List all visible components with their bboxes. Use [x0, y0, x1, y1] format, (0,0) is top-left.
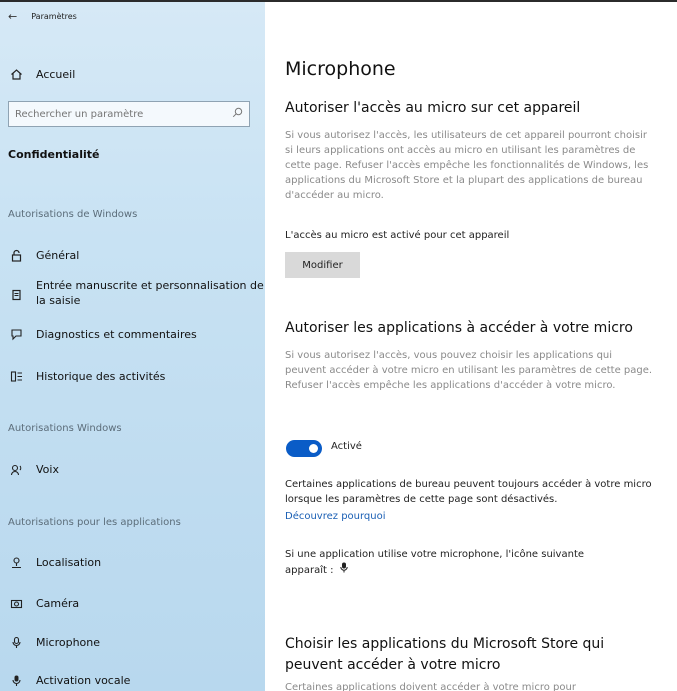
store-apps-description: Certaines applications doivent accéder à… — [285, 682, 576, 691]
store-apps-heading: Choisir les applications du Microsoft St… — [285, 636, 605, 673]
feedback-icon — [8, 326, 24, 342]
sidebar: ← Paramètres Accueil Confidentialité Aut… — [0, 2, 265, 691]
voice-icon — [8, 461, 24, 477]
page-title: Microphone — [285, 58, 396, 80]
mic-icon-note: Si une application utilise votre microph… — [285, 549, 585, 578]
microphone-icon — [8, 634, 24, 650]
clipboard-icon — [8, 286, 24, 302]
section-windows: Autorisations Windows — [8, 423, 122, 434]
sidebar-item-home[interactable]: Accueil — [8, 66, 75, 82]
timeline-icon — [8, 368, 24, 384]
location-icon — [8, 554, 24, 570]
sidebar-item-activity-history[interactable]: Historique des activités — [8, 368, 165, 384]
app-access-toggle[interactable] — [286, 440, 322, 457]
sidebar-item-location[interactable]: Localisation — [8, 554, 101, 570]
category-title: Confidentialité — [8, 148, 100, 161]
app-access-heading: Autoriser les applications à accéder à v… — [285, 320, 633, 336]
sidebar-item-inking[interactable]: Entrée manuscrite et personnalisation de… — [8, 278, 264, 308]
title-bar: ← Paramètres — [8, 8, 77, 24]
desktop-apps-note: Certaines applications de bureau peuvent… — [285, 479, 652, 505]
device-access-status: L'accès au micro est activé pour cet app… — [285, 230, 510, 241]
section-windows-permissions: Autorisations de Windows — [8, 209, 138, 220]
search-input[interactable] — [15, 108, 215, 120]
search-icon[interactable] — [232, 107, 243, 121]
device-access-heading: Autoriser l'accès au micro sur cet appar… — [285, 100, 581, 116]
sidebar-item-diagnostics[interactable]: Diagnostics et commentaires — [8, 326, 197, 342]
section-apps: Autorisations pour les applications — [8, 517, 181, 528]
lock-icon — [8, 247, 24, 263]
home-icon — [8, 66, 24, 82]
sidebar-item-general[interactable]: Général — [8, 247, 79, 263]
learn-why-link[interactable]: Découvrez pourquoi — [285, 511, 386, 522]
sidebar-item-voice-activation[interactable]: Activation vocale — [8, 672, 130, 688]
toggle-knob — [309, 444, 318, 453]
toggle-label: Activé — [331, 441, 362, 452]
search-box[interactable] — [8, 101, 250, 127]
back-arrow-icon[interactable]: ← — [8, 10, 17, 23]
window-title: Paramètres — [31, 11, 77, 21]
voice-activation-icon — [8, 672, 24, 688]
modify-button[interactable]: Modifier — [285, 252, 360, 278]
device-access-description: Si vous autorisez l'accès, les utilisate… — [285, 130, 649, 201]
microphone-icon — [339, 562, 348, 578]
app-access-description: Si vous autorisez l'accès, vous pouvez c… — [285, 350, 653, 391]
sidebar-item-microphone[interactable]: Microphone — [8, 634, 100, 650]
sidebar-item-voice[interactable]: Voix — [8, 461, 59, 477]
camera-icon — [8, 595, 24, 611]
sidebar-item-camera[interactable]: Caméra — [8, 595, 79, 611]
